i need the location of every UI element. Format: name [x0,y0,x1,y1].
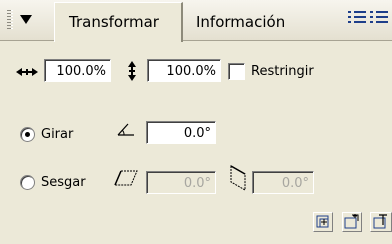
constrain-checkbox[interactable] [228,63,245,80]
vertical-arrows-icon [128,61,136,81]
reset-transform-button[interactable] [370,212,392,232]
copy-transform-icon [316,215,329,228]
width-scale-field[interactable]: 100.0% [44,59,111,82]
skew-horizontal-icon [114,170,138,186]
skew-vertical-icon [230,165,246,191]
skew-label: Sesgar [41,175,86,190]
rotate-angle-field[interactable]: 0.0° [146,121,216,144]
angle-icon [117,123,134,136]
skew-vertical-field[interactable]: 0.0° [252,171,314,194]
rotate-radio[interactable] [20,127,35,142]
tab-transformar-label: Transformar [69,13,159,31]
rotate-label: Girar [41,127,74,142]
tab-informacion[interactable]: Información [196,13,285,31]
horizontal-arrows-icon [16,68,38,76]
height-scale-field[interactable]: 100.0% [147,59,221,82]
skew-radio[interactable] [20,175,35,190]
skew-horizontal-field[interactable]: 0.0° [146,171,216,194]
copy-transform-button[interactable] [313,212,333,232]
reset-transform-icon [373,214,387,229]
constrain-label: Restringir [251,64,314,79]
create-transform-button[interactable] [342,212,362,232]
options-menu-icon-2[interactable] [370,10,388,26]
options-menu-icon[interactable] [348,10,366,26]
create-transform-icon [344,214,359,229]
panel-grip-highlight [11,10,13,30]
panel-menu-icon[interactable] [20,15,32,24]
